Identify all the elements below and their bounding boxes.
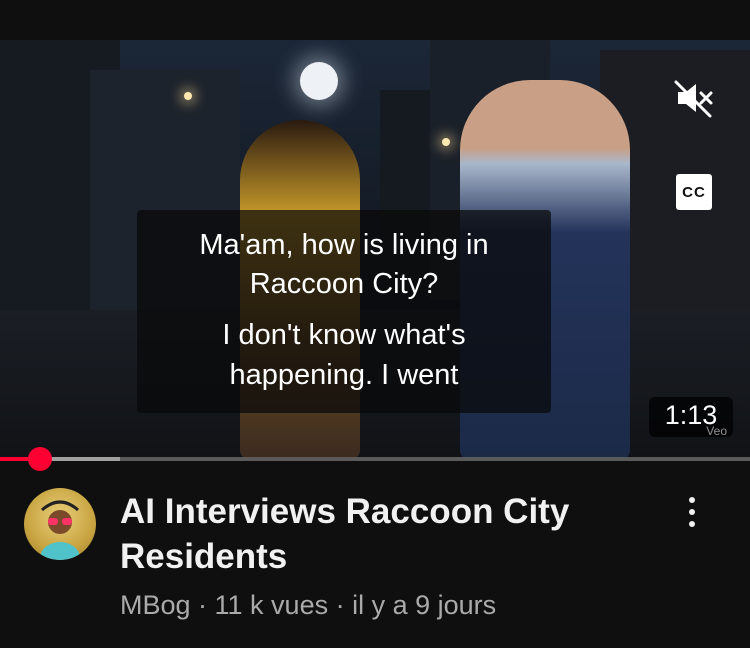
more-options-button[interactable]: [676, 492, 708, 532]
watermark: Veo: [706, 424, 727, 438]
caption-line: happening. I went: [229, 359, 459, 391]
progress-scrubber-handle[interactable]: [27, 447, 52, 471]
progress-buffered: [39, 457, 120, 461]
channel-avatar[interactable]: [24, 488, 96, 560]
vertical-dots-icon: [689, 497, 695, 527]
video-title[interactable]: AI Interviews Raccoon City Residents: [120, 489, 640, 579]
caption-line: Ma'am, how is living in: [199, 229, 489, 261]
closed-captions-button[interactable]: CC: [676, 174, 712, 210]
caption-box: Ma'am, how is living in Raccoon City? I …: [137, 210, 551, 413]
progress-bar[interactable]: [0, 447, 750, 471]
video-meta: MBog · 11 k vues · il y a 9 jours: [120, 590, 497, 620]
speaker-muted-icon[interactable]: [672, 76, 716, 120]
duration-badge: 1:13 Veo: [649, 397, 733, 438]
cc-label: CC: [682, 183, 706, 201]
video-player[interactable]: CC Ma'am, how is living in Raccoon City?…: [0, 40, 750, 460]
caption-line: I don't know what's: [222, 319, 466, 351]
caption-line: Raccoon City?: [249, 268, 439, 300]
moon: [300, 62, 338, 100]
